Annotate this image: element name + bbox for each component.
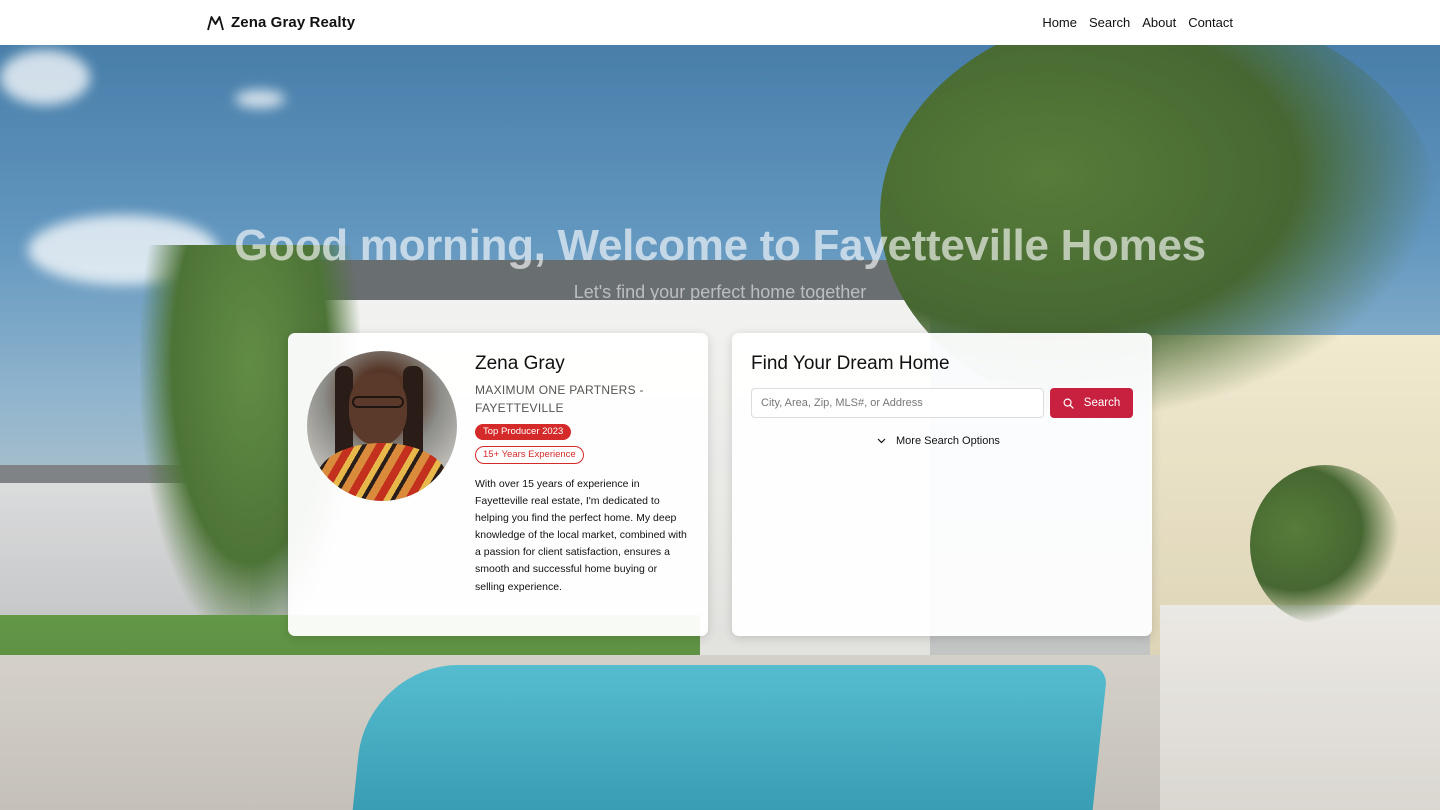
- nav-home[interactable]: Home: [1042, 15, 1077, 30]
- agent-info: Zena Gray MAXIMUM ONE PARTNERS - FAYETTE…: [475, 353, 687, 596]
- agent-company: MAXIMUM ONE PARTNERS - FAYETTEVILLE: [475, 383, 644, 415]
- hero-overlay: [0, 45, 1440, 810]
- search-card-title: Find Your Dream Home: [751, 353, 950, 374]
- brand-name: Zena Gray Realty: [231, 14, 356, 31]
- header-container: Zena Gray Realty Home Search About Conta…: [207, 0, 1233, 45]
- search-button-label: Search: [1083, 397, 1121, 409]
- nav-contact[interactable]: Contact: [1188, 15, 1233, 30]
- agent-card: Zena Gray MAXIMUM ONE PARTNERS - FAYETTE…: [288, 333, 708, 636]
- agent-bio: With over 15 years of experience in Faye…: [475, 478, 687, 593]
- avatar-glasses: [352, 396, 404, 408]
- more-search-options[interactable]: More Search Options: [877, 435, 1000, 447]
- search-icon: [1063, 398, 1074, 409]
- search-button[interactable]: Search: [1050, 388, 1133, 418]
- search-card: Find Your Dream Home Search More Search …: [732, 333, 1152, 636]
- site-header: Zena Gray Realty Home Search About Conta…: [0, 0, 1440, 45]
- chevron-down-icon: [877, 438, 886, 444]
- badge-top-producer: Top Producer 2023: [475, 424, 572, 440]
- more-options-label: More Search Options: [896, 435, 1000, 447]
- hero-title: Good morning, Welcome to Fayetteville Ho…: [234, 221, 1206, 270]
- brand-link[interactable]: Zena Gray Realty: [207, 14, 355, 31]
- nav-about[interactable]: About: [1142, 15, 1176, 30]
- agent-badges: Top Producer 2023 15+ Years Experience: [475, 417, 687, 464]
- agent-name: Zena Gray: [475, 353, 565, 374]
- badge-experience: 15+ Years Experience: [475, 446, 584, 464]
- mountain-logo-icon: [207, 15, 224, 30]
- main-nav: Home Search About Contact: [1042, 15, 1233, 30]
- nav-search[interactable]: Search: [1089, 15, 1130, 30]
- search-input[interactable]: [751, 388, 1044, 418]
- avatar-face: [349, 373, 407, 445]
- hero-subtitle: Let's find your perfect home together: [573, 282, 867, 302]
- hero-background: [0, 45, 1440, 810]
- agent-avatar: [307, 351, 457, 501]
- avatar-shirt: [317, 443, 447, 501]
